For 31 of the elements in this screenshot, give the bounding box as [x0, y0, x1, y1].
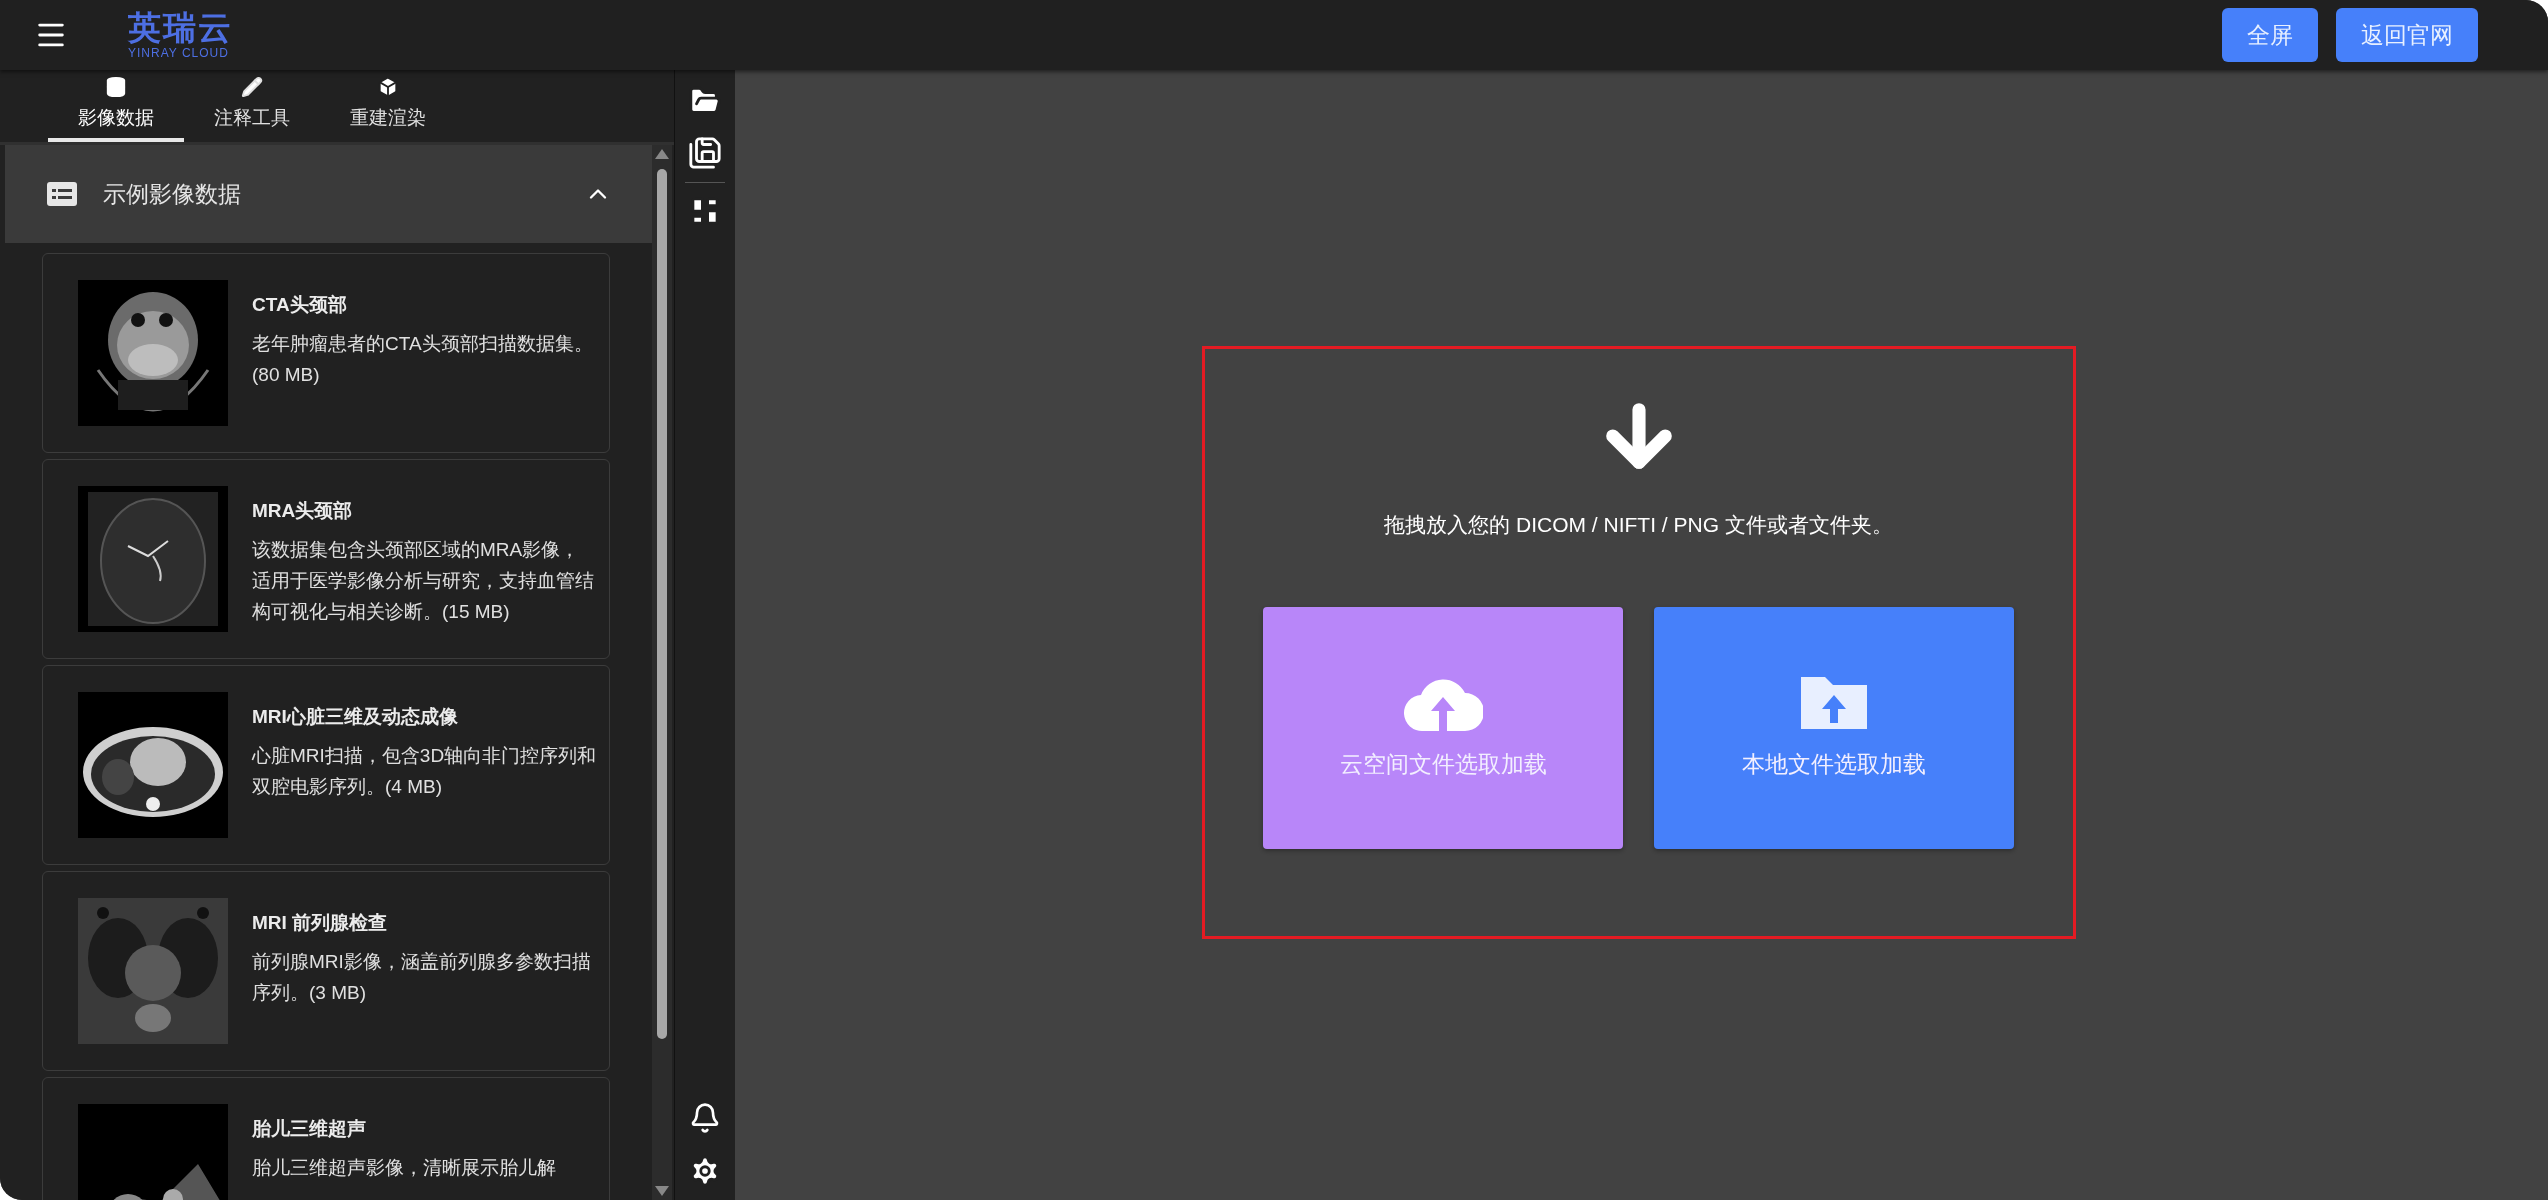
list-card-icon	[47, 182, 77, 206]
dataset-description: 心脏MRI扫描，包含3D轴向非门控序列和双腔电影序列。(4 MB)	[252, 744, 597, 799]
dataset-card[interactable]: 胎儿三维超声 胎儿三维超声影像，清晰展示胎儿解	[42, 1077, 610, 1200]
section-title: 示例影像数据	[103, 179, 241, 209]
logo-subtitle: YINRAY CLOUD	[128, 47, 229, 59]
database-icon	[105, 75, 127, 98]
dataset-description: 胎儿三维超声影像，清晰展示胎儿解	[252, 1156, 556, 1180]
scroll-up-arrow-icon[interactable]	[655, 149, 669, 159]
dataset-description: 前列腺MRI影像，涵盖前列腺多参数扫描序列。(3 MB)	[252, 950, 592, 1005]
dataset-description: 老年肿瘤患者的CTA头颈部扫描数据集。(80 MB)	[252, 332, 594, 387]
dataset-title: MRI心脏三维及动态成像	[252, 705, 459, 729]
dataset-description: 该数据集包含头颈部区域的MRA影像，适用于医学影像分析与研究，支持血管结构可视化与相关诊断。(15 MB)	[252, 538, 595, 624]
scrollbar-thumb[interactable]	[657, 169, 667, 1039]
scroll-down-arrow-icon[interactable]	[655, 1186, 669, 1196]
drop-message: 拖拽放入您的 DICOM / NIFTI / PNG 文件或者文件夹。	[1384, 512, 1893, 538]
dataset-title: MRA头颈部	[252, 499, 354, 523]
dataset-title: MRI 前列腺检查	[252, 911, 389, 935]
logo-title: 英瑞云	[128, 11, 233, 44]
save-icon[interactable]	[688, 136, 722, 170]
sidebar-tab[interactable]: 注释工具	[184, 70, 320, 142]
dataset-title: CTA头颈部	[252, 293, 348, 317]
dataset-card[interactable]: MRA头颈部 该数据集包含头颈部区域的MRA影像，适用于医学影像分析与研究，支持血管结构可视化与相关诊断。(15 MB)	[42, 459, 610, 659]
dataset-card[interactable]: CTA头颈部 老年肿瘤患者的CTA头颈部扫描数据集。(80 MB)	[42, 253, 610, 453]
dataset-card[interactable]: MRI 前列腺检查 前列腺MRI影像，涵盖前列腺多参数扫描序列。(3 MB)	[42, 871, 610, 1071]
sidebar-tab[interactable]: 重建渲染	[320, 70, 456, 142]
cube-icon	[377, 75, 399, 98]
section-header[interactable]: 示例影像数据	[5, 145, 652, 243]
dataset-title: 胎儿三维超声	[252, 1117, 367, 1141]
pencil-icon	[241, 75, 263, 98]
dataset-card[interactable]: MRI心脏三维及动态成像 心脏MRI扫描，包含3D轴向非门控序列和双腔电影序列。(4 MB)	[42, 665, 610, 865]
bell-icon[interactable]	[689, 1102, 721, 1134]
